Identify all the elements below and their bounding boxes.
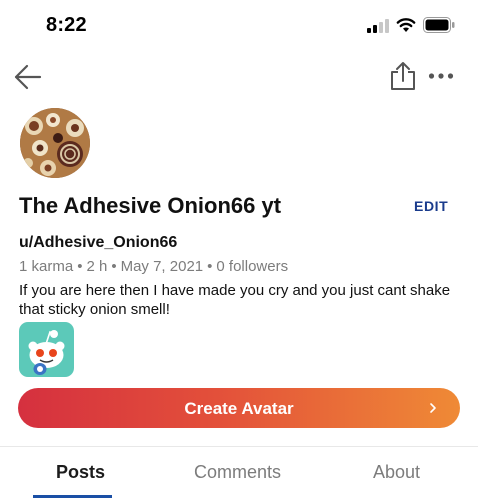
- trophy-badge[interactable]: [19, 322, 74, 377]
- divider: [0, 446, 478, 447]
- followers-count: 0 followers: [216, 258, 289, 275]
- karma-count: 1 karma: [19, 258, 74, 275]
- status-bar: 8:22: [0, 0, 478, 52]
- share-icon[interactable]: [389, 61, 417, 91]
- back-arrow-icon[interactable]: [13, 62, 43, 92]
- wifi-icon: [396, 18, 416, 32]
- edit-profile-button[interactable]: EDIT: [406, 196, 456, 216]
- profile-bio: If you are here then I have made you cry…: [19, 282, 451, 318]
- profile-stats: 1 karma • 2 h • May 7, 2021 • 0 followers: [19, 258, 288, 275]
- avatar-image: [20, 108, 90, 178]
- separator-dot: •: [111, 258, 117, 275]
- profile-avatar[interactable]: [20, 108, 90, 178]
- profile-display-name: The Adhesive Onion66 yt: [19, 193, 282, 218]
- tab-about[interactable]: About: [373, 462, 420, 483]
- tab-comments[interactable]: Comments: [194, 462, 281, 483]
- battery-icon: [423, 17, 455, 33]
- create-avatar-button[interactable]: Create Avatar: [18, 388, 460, 428]
- active-tab-indicator: [33, 495, 112, 498]
- status-time: 8:22: [46, 14, 87, 36]
- chevron-right-icon: [430, 403, 436, 413]
- cellular-signal-icon: [367, 19, 389, 33]
- separator-dot: •: [207, 258, 213, 275]
- separator-dot: •: [77, 258, 83, 275]
- nav-bar: [0, 52, 478, 102]
- account-age: 2 h: [86, 258, 108, 275]
- profile-username: u/Adhesive_Onion66: [19, 234, 178, 251]
- more-options-icon[interactable]: [428, 69, 454, 83]
- create-avatar-label: Create Avatar: [184, 399, 294, 418]
- snoo-icon: [19, 322, 74, 377]
- cake-day: May 7, 2021: [120, 258, 204, 275]
- tab-posts[interactable]: Posts: [56, 462, 105, 483]
